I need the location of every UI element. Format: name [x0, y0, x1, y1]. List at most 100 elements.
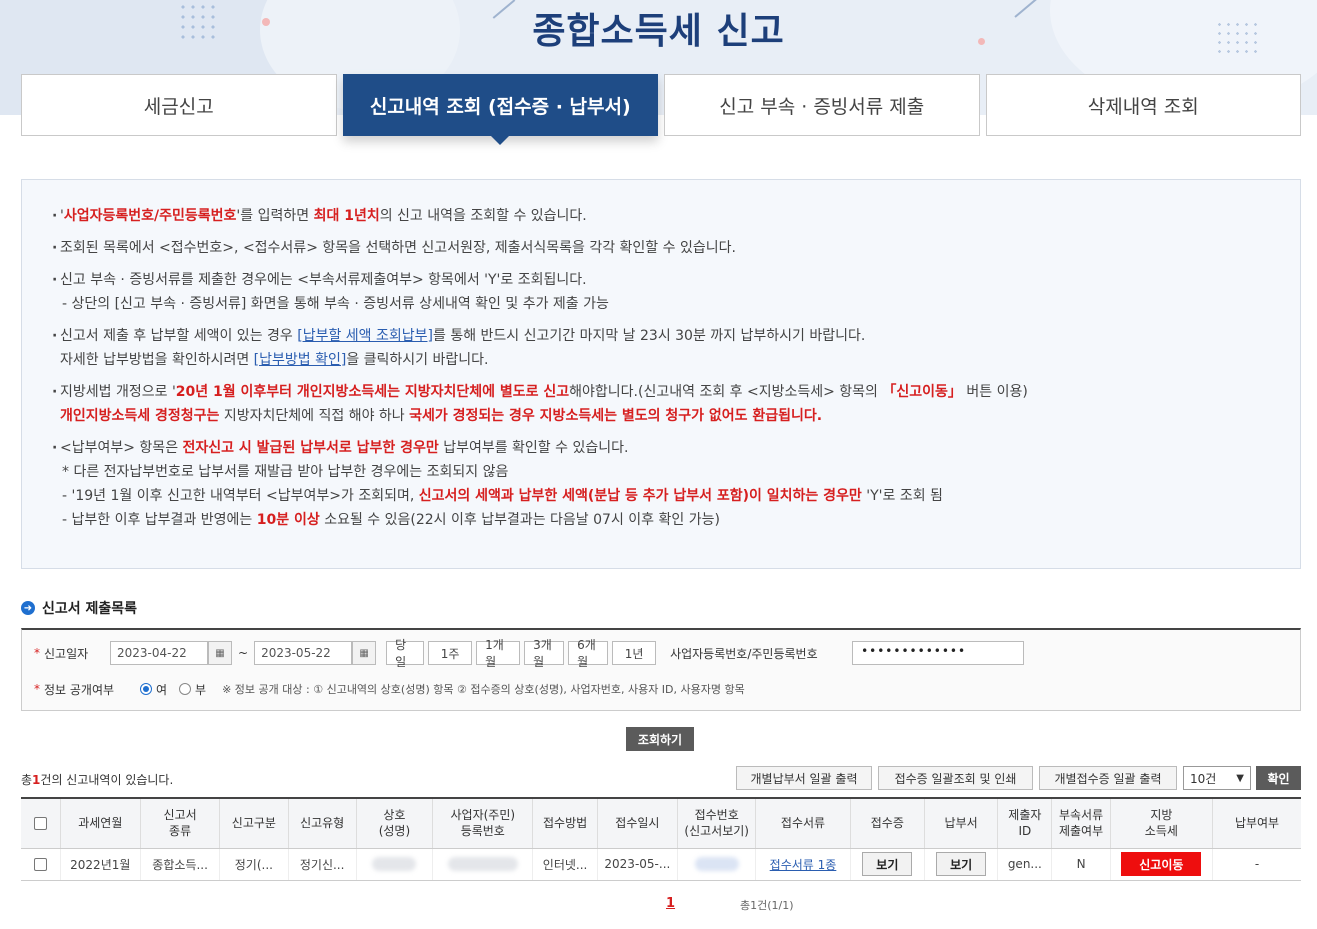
cell-method: 인터넷...: [532, 848, 598, 881]
period-3month-button[interactable]: 3개월: [524, 638, 565, 669]
notice-subtext: - 납부한 이후 납부결과 반영에는: [62, 512, 257, 528]
notice-text: 자세한 납부방법을 확인하시려면: [60, 352, 254, 368]
column-header: 접수방법: [532, 797, 598, 849]
search-form: * 신고일자 2023-04-22 ▦ ~ 2023-05-22 ▦ 당일 1주…: [21, 628, 1301, 711]
redacted-value: [694, 857, 739, 872]
notice-item: 조회된 목록에서 <접수번호>, <접수서류> 항목을 선택하면 신고서원장, …: [52, 236, 1268, 260]
confirm-button[interactable]: 확인: [1256, 766, 1301, 790]
notice-item: 지방세법 개정으로 '20년 1월 이후부터 개인지방소득세는 지방자치단체에 …: [52, 380, 1268, 428]
page-size-select[interactable]: 10건 ▼: [1183, 766, 1251, 790]
local-tax-move-button[interactable]: 신고이동: [1121, 852, 1202, 876]
payment-method-link[interactable]: [납부방법 확인]: [254, 352, 347, 368]
period-6month-button[interactable]: 6개월: [568, 638, 609, 669]
id-label: 사업자등록번호/주민등록번호: [670, 646, 818, 661]
filing-list-table: 과세연월 신고서 종류 신고구분 신고유형 상호 (성명) 사업자(주민) 등록…: [21, 797, 1301, 881]
disclose-yes-radio[interactable]: [140, 683, 152, 695]
notice-text: 지방세법 개정으로 ': [60, 384, 176, 400]
bulk-receipt-print-button[interactable]: 접수증 일괄조회 및 인쇄: [878, 766, 1033, 790]
column-header: 부속서류 제출여부: [1051, 797, 1111, 849]
redacted-value: [447, 857, 518, 872]
tab-tax-filing[interactable]: 세금신고: [21, 74, 337, 136]
column-header: 지방 소득세: [1110, 797, 1214, 849]
disclose-row: * 정보 공개여부 여 부 ※ 정보 공개 대상 : ① 신고내역의 상호(성명…: [34, 676, 745, 702]
notice-highlight: 국세가 경정되는 경우 지방소득세는 별도의 청구가 없어도 환급됩니다.: [409, 408, 823, 424]
search-button[interactable]: 조회하기: [626, 727, 694, 751]
required-mark: *: [34, 682, 40, 696]
page-title: 종합소득세 신고: [532, 11, 785, 52]
notice-text: 를 통해 반드시 신고기간 마지막 날 23시 30분 까지 납부하시기 바랍니…: [432, 328, 866, 344]
cell-paid: -: [1212, 848, 1301, 881]
tab-bar: 세금신고 신고내역 조회 (접수증 · 납부서) 신고 부속 · 증빙서류 제출…: [21, 74, 1301, 145]
calendar-icon[interactable]: ▦: [352, 641, 377, 665]
notice-highlight: 「신고이동」: [882, 384, 962, 400]
chevron-down-icon: ▼: [1236, 772, 1244, 784]
tab-filing-history[interactable]: 신고내역 조회 (접수증 · 납부서): [342, 74, 658, 145]
period-today-button[interactable]: 당일: [386, 638, 425, 669]
period-1week-button[interactable]: 1주: [428, 641, 473, 665]
notice-highlight: 신고서의 세액과 납부한 세액(분납 등 추가 납부서 포함)이 일치하는 경우…: [418, 488, 862, 504]
notice-item: 신고서 제출 후 납부할 세액이 있는 경우 [납부할 세액 조회납부]를 통해…: [52, 324, 1268, 372]
cell-bill: 보기: [924, 848, 999, 881]
notice-text: 버튼 이용): [961, 384, 1028, 400]
bulk-bill-print-button[interactable]: 개별납부서 일괄 출력: [736, 766, 872, 790]
cell-datetime: 2023-05-...: [597, 848, 679, 881]
tab-deleted-history[interactable]: 삭제내역 조회: [985, 74, 1301, 136]
column-header: 신고구분: [219, 797, 289, 849]
notice-subtext: * 다른 전자납부번호로 납부서를 재발급 받아 납부한 경우에는 조회되지 않…: [62, 464, 509, 480]
notice-text: 을 클릭하시기 바랍니다.: [346, 352, 489, 368]
tab-document-submission[interactable]: 신고 부속 · 증빙서류 제출: [664, 74, 980, 136]
notice-highlight: 20년 1월 이후부터 개인지방소득세는 지방자치단체에 별도로 신고: [175, 384, 570, 400]
date-separator: ~: [238, 646, 249, 660]
disclose-note: ※ 정보 공개 대상 : ① 신고내역의 상호(성명) 항목 ② 접수증의 상호…: [222, 683, 745, 696]
column-header: 접수일시: [597, 797, 679, 849]
column-header: 접수번호 (신고서보기): [677, 797, 757, 849]
date-label: 신고일자: [44, 646, 89, 661]
notice-text: <납부여부> 항목은: [60, 440, 183, 456]
column-header: 납부여부: [1212, 797, 1301, 849]
disclose-yes-label: 여: [156, 682, 168, 697]
notice-subtext: - '19년 1월 이후 신고한 내역부터 <납부여부>가 조회되며,: [62, 488, 419, 504]
cell-docs: 접수서류 1종: [755, 848, 851, 881]
payable-tax-link[interactable]: [납부할 세액 조회납부]: [297, 328, 433, 344]
table-row: 2022년1월 종합소득... 정기(... 정기신... 인터넷... 202…: [21, 848, 1301, 881]
column-header: 신고유형: [288, 797, 357, 849]
id-number-input[interactable]: •••••••••••••: [852, 641, 1025, 665]
arrow-circle-icon: ➜: [21, 601, 35, 615]
date-row: * 신고일자 2023-04-22 ▦ ~ 2023-05-22 ▦ 당일 1주…: [34, 638, 1025, 669]
cell-receipt: 보기: [850, 848, 925, 881]
view-bill-button[interactable]: 보기: [936, 852, 987, 876]
calendar-icon[interactable]: ▦: [208, 641, 232, 665]
cell-kind: 종합소득...: [140, 848, 221, 881]
notice-item: <납부여부> 항목은 전자신고 시 발급된 납부서로 납부한 경우만 납부여부를…: [52, 436, 1268, 532]
submitted-docs-link[interactable]: 접수서류 1종: [770, 858, 837, 872]
cell-local-tax: 신고이동: [1110, 848, 1214, 881]
header-select-all: [21, 797, 61, 849]
date-to-input[interactable]: 2023-05-22: [254, 641, 353, 665]
disclose-label: 정보 공개여부: [44, 682, 115, 697]
period-1month-button[interactable]: 1개월: [476, 638, 521, 669]
notice-text: '를 입력하면: [236, 208, 314, 224]
cell-receipt-no-redacted[interactable]: [677, 848, 757, 881]
bulk-individual-receipt-button[interactable]: 개별접수증 일괄 출력: [1039, 766, 1177, 790]
notice-item: '사업자등록번호/주민등록번호'를 입력하면 최대 1년치의 신고 내역을 조회…: [52, 204, 1268, 228]
disclose-no-radio[interactable]: [179, 683, 192, 695]
notice-highlight: 최대 1년치: [313, 208, 380, 224]
section-heading: ➜ 신고서 제출목록: [21, 598, 137, 618]
notice-text: 신고 부속 · 증빙서류를 제출한 경우에는 <부속서류제출여부> 항목에서 '…: [60, 272, 587, 288]
period-1year-button[interactable]: 1년: [612, 641, 657, 665]
disclose-no-label: 부: [195, 682, 207, 697]
section-title: 신고서 제출목록: [42, 601, 138, 617]
notice-item: 신고 부속 · 증빙서류를 제출한 경우에는 <부속서류제출여부> 항목에서 '…: [52, 268, 1268, 316]
column-header: 신고서 종류: [140, 797, 221, 849]
date-from-input[interactable]: 2023-04-22: [110, 641, 208, 665]
notice-subtext: 'Y'로 조회 됨: [861, 488, 943, 504]
notice-text: 지방자치단체에 직접 해야 하나: [219, 408, 410, 424]
cell-name-redacted: [356, 848, 434, 881]
row-checkbox[interactable]: [33, 858, 47, 871]
view-receipt-button[interactable]: 보기: [862, 852, 913, 876]
select-all-checkbox[interactable]: [33, 817, 47, 831]
notice-box: '사업자등록번호/주민등록번호'를 입력하면 최대 1년치의 신고 내역을 조회…: [21, 179, 1301, 569]
column-header: 상호 (성명): [356, 797, 434, 849]
column-header: 사업자(주민) 등록번호: [432, 797, 534, 849]
page-link-current[interactable]: 1: [666, 896, 675, 911]
